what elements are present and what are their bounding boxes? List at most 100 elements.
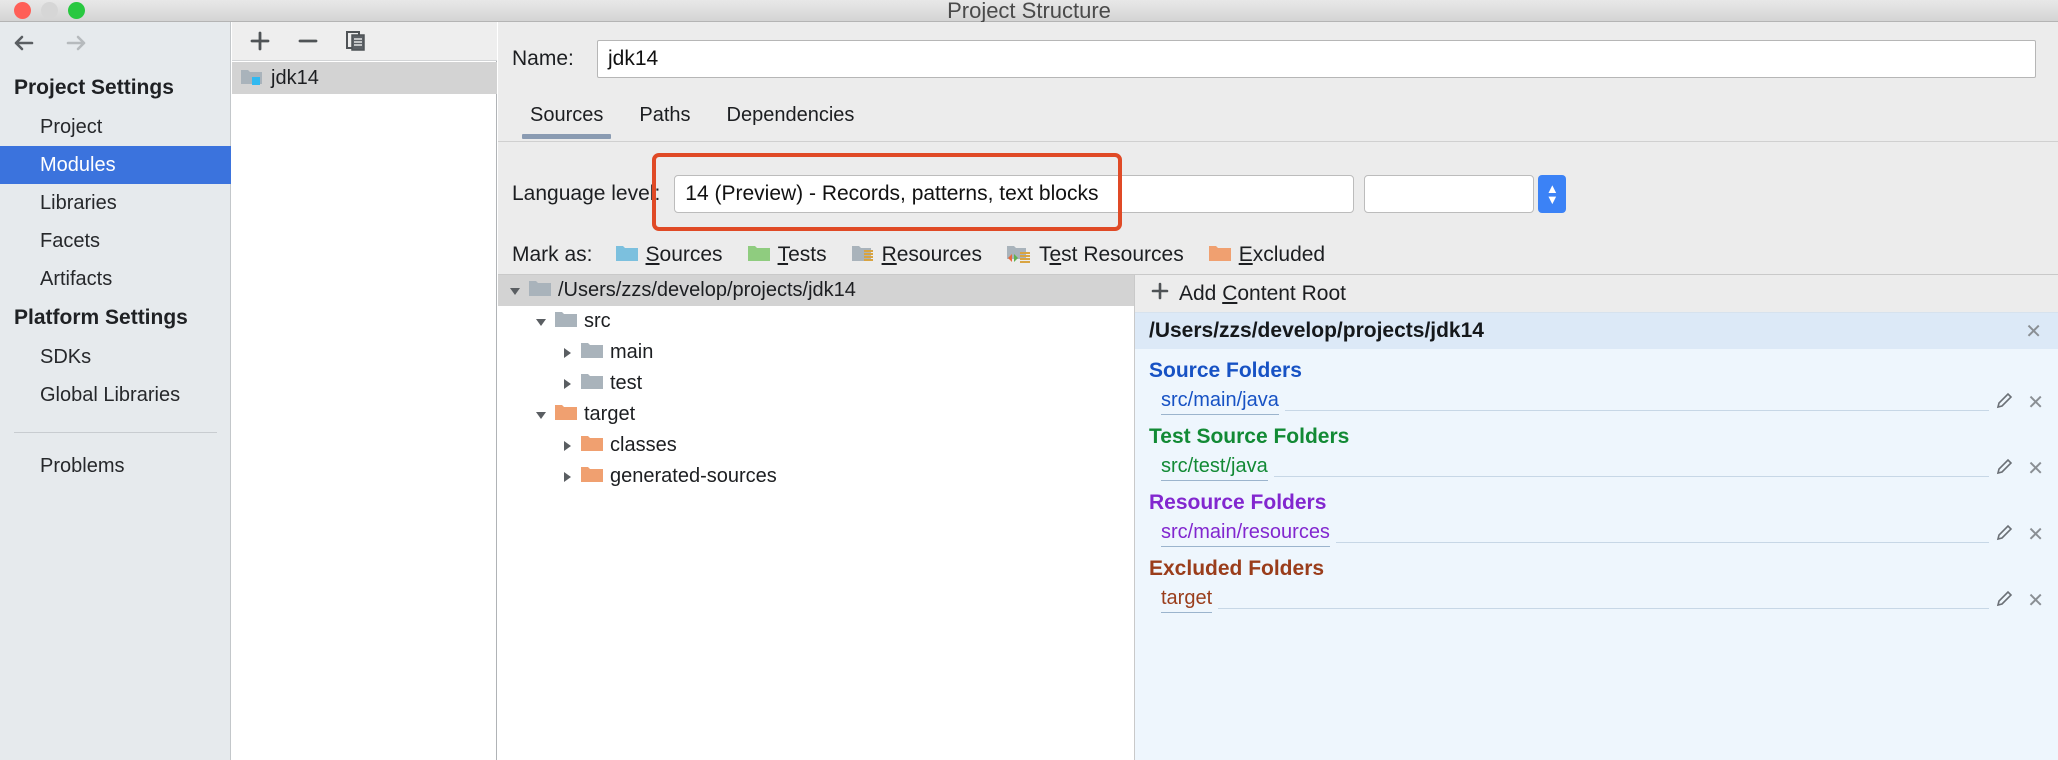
twisty-right-icon[interactable] [554,344,580,362]
sidebar-item-libraries[interactable]: Libraries [0,184,231,222]
sidebar-item-problems[interactable]: Problems [0,447,231,485]
remove-folder-icon[interactable]: ✕ [2027,522,2044,547]
group-resource-folders: Resource Folders src/main/resources ✕ [1135,481,2058,547]
twisty-right-icon[interactable] [554,468,580,486]
sidebar-item-facets[interactable]: Facets [0,222,231,260]
folder-row[interactable]: src/test/java ✕ [1149,455,2058,481]
tabs-underline [498,141,2058,142]
folder-orange-icon [580,433,604,458]
tree-node-label: generated-sources [610,465,777,488]
tree-node-target[interactable]: target [498,399,1134,430]
group-excluded-folders: Excluded Folders target ✕ [1135,547,2058,613]
module-toolbar [232,22,497,61]
sidebar-header-project-settings: Project Settings [0,68,231,108]
folder-orange-icon [554,402,578,427]
content-root-path-row[interactable]: /Users/zzs/develop/projects/jdk14 ✕ [1135,313,2058,349]
folder-grey-icon [528,278,552,303]
twisty-down-icon[interactable] [528,406,554,424]
group-source-folders: Source Folders src/main/java ✕ [1135,349,2058,415]
tab-dependencies[interactable]: Dependencies [709,100,873,139]
folder-row[interactable]: src/main/java ✕ [1149,389,2058,415]
tree-node-label: test [610,372,642,395]
plus-icon [1149,280,1171,307]
twisty-down-icon[interactable] [502,282,528,300]
group-test-source-folders: Test Source Folders src/test/java ✕ [1135,415,2058,481]
tab-sources[interactable]: Sources [512,100,621,139]
mark-as-tests-button[interactable]: Tests [747,243,827,268]
mark-as-sources-label: Sources [646,243,723,267]
add-module-button[interactable] [246,27,274,55]
twisty-down-icon[interactable] [528,313,554,331]
sidebar-item-sdks[interactable]: SDKs [0,338,231,376]
edit-pencil-icon[interactable] [1995,588,2015,613]
language-level-combo[interactable]: 14 (Preview) - Records, patterns, text b… [674,175,1354,213]
mark-as-resources-label: Resources [882,243,982,267]
add-content-root-button[interactable]: Add Content Root [1135,275,2058,313]
remove-folder-icon[interactable]: ✕ [2027,588,2044,613]
stepper-down-icon[interactable]: ▼ [1546,194,1559,205]
content-roots-pane: Add Content Root /Users/zzs/develop/proj… [1135,274,2058,760]
sidebar-list: Project Settings Project Modules Librari… [0,68,231,485]
tree-node-test[interactable]: test [498,368,1134,399]
nav-buttons [8,22,92,64]
tree-node-root[interactable]: /Users/zzs/develop/projects/jdk14 [498,275,1134,306]
language-level-label: Language level: [512,182,660,206]
mark-as-excluded-button[interactable]: Excluded [1208,243,1325,268]
copy-module-button[interactable] [342,27,370,55]
tree-node-main[interactable]: main [498,337,1134,368]
mark-as-label: Mark as: [512,243,593,267]
group-title: Test Source Folders [1149,425,2058,449]
remove-content-root-icon[interactable]: ✕ [2025,319,2042,344]
folder-row[interactable]: target ✕ [1149,587,2058,613]
folder-row[interactable]: src/main/resources ✕ [1149,521,2058,547]
folder-excluded-icon [1208,243,1232,268]
module-detail-pane: Name: jdk14 Sources Paths Dependencies L… [498,22,2058,760]
folder-path-label: src/test/java [1161,455,1268,481]
sidebar-item-project[interactable]: Project [0,108,231,146]
content-root-path-label: /Users/zzs/develop/projects/jdk14 [1149,319,1484,343]
back-arrow-icon[interactable] [8,26,42,60]
twisty-right-icon[interactable] [554,437,580,455]
remove-folder-icon[interactable]: ✕ [2027,390,2044,415]
content-tree-pane[interactable]: /Users/zzs/develop/projects/jdk14 src [498,274,1135,760]
mark-as-resources-button[interactable]: Resources [851,243,982,268]
tree-node-generated-sources[interactable]: generated-sources [498,461,1134,492]
sidebar-header-platform-settings: Platform Settings [0,298,231,338]
mark-as-test-resources-button[interactable]: Test Resources [1006,243,1184,268]
name-row: Name: jdk14 [498,36,2058,82]
folder-test-resources-icon [1006,243,1032,268]
remove-folder-icon[interactable]: ✕ [2027,456,2044,481]
sidebar-item-modules[interactable]: Modules [0,146,231,184]
tree-node-label: target [584,403,635,426]
module-name-input[interactable]: jdk14 [597,40,2036,78]
twisty-right-icon[interactable] [554,375,580,393]
folder-path-label: src/main/resources [1161,521,1330,547]
window-title: Project Structure [0,0,2058,22]
group-title: Resource Folders [1149,491,2058,515]
sidebar-item-artifacts[interactable]: Artifacts [0,260,231,298]
folder-grey-icon [554,309,578,334]
folder-grey-icon [580,371,604,396]
language-level-stepper[interactable]: ▲ ▼ [1538,175,1566,213]
group-title: Source Folders [1149,359,2058,383]
folder-path-label: target [1161,587,1212,613]
remove-module-button[interactable] [294,27,322,55]
tree-node-classes[interactable]: classes [498,430,1134,461]
language-level-secondary-field[interactable] [1364,175,1534,213]
mark-as-tests-label: Tests [778,243,827,267]
tree-node-label: /Users/zzs/develop/projects/jdk14 [558,279,856,302]
edit-pencil-icon[interactable] [1995,522,2015,547]
module-list-item-jdk14[interactable]: jdk14 [232,62,497,94]
edit-pencil-icon[interactable] [1995,390,2015,415]
edit-pencil-icon[interactable] [1995,456,2015,481]
add-content-root-label: Add Content Root [1179,282,1346,306]
tree-node-src[interactable]: src [498,306,1134,337]
tree-node-label: main [610,341,653,364]
forward-arrow-icon[interactable] [58,26,92,60]
sidebar-item-global-libraries[interactable]: Global Libraries [0,376,231,414]
tab-paths[interactable]: Paths [621,100,708,139]
tree-node-label: classes [610,434,677,457]
group-title: Excluded Folders [1149,557,2058,581]
mark-as-sources-button[interactable]: Sources [615,243,723,268]
module-list-pane: jdk14 [232,22,497,760]
